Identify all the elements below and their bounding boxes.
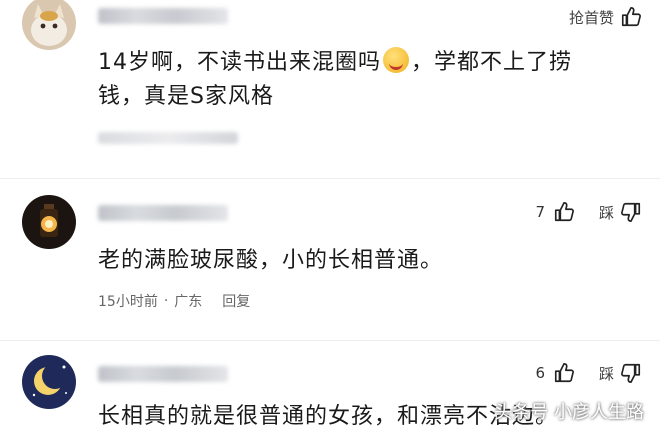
comment-actions: 抢首赞 bbox=[569, 6, 642, 28]
lantern-avatar-icon bbox=[22, 195, 76, 249]
thumbs-up-icon[interactable] bbox=[553, 201, 575, 223]
avatar[interactable] bbox=[22, 0, 76, 50]
username[interactable] bbox=[98, 8, 228, 24]
comment-text-part: 钱，真是S家风格 bbox=[98, 84, 274, 109]
comment-location: 广东 bbox=[174, 294, 203, 310]
dislike-label[interactable]: 踩 bbox=[599, 363, 614, 384]
thumbs-up-icon[interactable] bbox=[620, 6, 642, 28]
like-count: 7 bbox=[535, 203, 545, 221]
comment-actions: 6 踩 bbox=[535, 362, 642, 384]
comment-text: 14岁啊，不读书出来混圈吗 ，学都不上了捞 钱，真是S家风格 bbox=[98, 46, 572, 114]
thumbs-down-icon[interactable] bbox=[620, 362, 642, 384]
comment-actions: 7 踩 bbox=[535, 201, 642, 223]
comment-time: 15小时前 bbox=[98, 294, 158, 310]
reply-link[interactable]: 回复 bbox=[222, 291, 250, 311]
comment-text-part: 14岁啊，不读书出来混圈吗 bbox=[98, 50, 381, 75]
comment-meta: 15小时前 · 广东 回复 bbox=[98, 291, 250, 311]
avatar[interactable] bbox=[22, 355, 76, 409]
meta-separator: · bbox=[163, 293, 169, 309]
first-like-label[interactable]: 抢首赞 bbox=[569, 7, 614, 28]
cat-avatar-icon bbox=[22, 0, 76, 50]
watermark: 头条号 小彦人生路 bbox=[494, 402, 644, 423]
username[interactable] bbox=[98, 205, 228, 221]
moon-avatar-icon bbox=[22, 355, 76, 409]
thumbs-down-icon[interactable] bbox=[620, 201, 642, 223]
comment-meta bbox=[98, 132, 238, 144]
avatar[interactable] bbox=[22, 195, 76, 249]
comment-text-part: ，学都不上了捞 bbox=[411, 50, 573, 75]
divider bbox=[0, 340, 660, 341]
smiling-face-emoji-icon bbox=[383, 47, 409, 73]
dislike-label[interactable]: 踩 bbox=[599, 202, 614, 223]
divider bbox=[0, 178, 660, 179]
like-count: 6 bbox=[535, 364, 545, 382]
comment-text: 长相真的就是很普通的女孩，和漂亮不沾边。 bbox=[98, 404, 559, 429]
thumbs-up-icon[interactable] bbox=[553, 362, 575, 384]
blurred-meta bbox=[98, 132, 238, 144]
username[interactable] bbox=[98, 366, 228, 382]
comment-text: 老的满脸玻尿酸，小的长相普通。 bbox=[98, 248, 444, 273]
